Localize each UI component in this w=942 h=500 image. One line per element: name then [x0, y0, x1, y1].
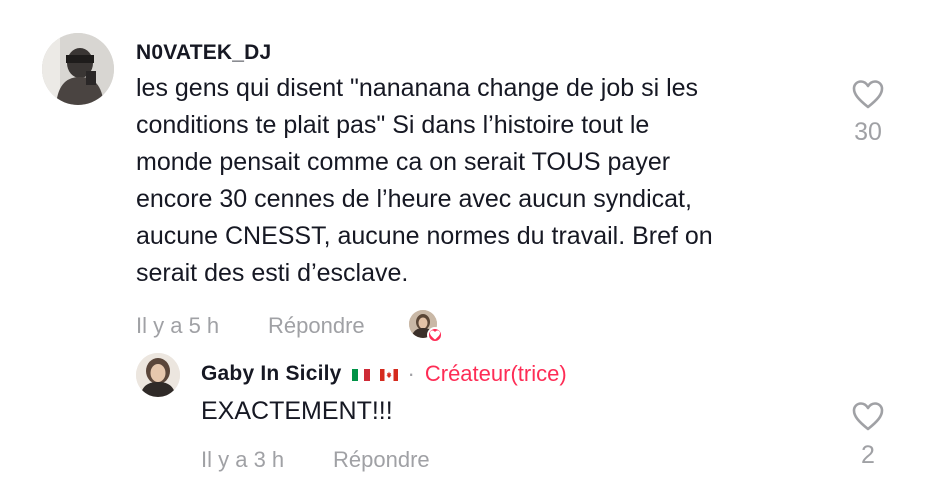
creator-badge: Créateur(trice)	[424, 361, 567, 386]
reply-author-avatar[interactable]	[136, 353, 180, 397]
avatar-photo	[42, 33, 114, 105]
reply-text: EXACTEMENT!!!	[201, 397, 393, 425]
canada-flag-icon	[379, 368, 398, 381]
italy-flag-icon	[351, 368, 370, 381]
reply-timestamp: Il y a 3 h	[201, 447, 285, 472]
separator-dot: ·	[407, 361, 415, 386]
reply-button[interactable]: Répondre	[268, 313, 365, 339]
creator-liked-heart-icon	[427, 327, 443, 343]
reply-like-heart-icon[interactable]	[851, 400, 885, 437]
commenter-avatar[interactable]	[42, 33, 114, 105]
reply-avatar-photo	[136, 353, 180, 397]
commenter-username[interactable]: N0VATEK_DJ	[136, 41, 271, 65]
comment-text: les gens qui disent "nananana change de …	[136, 74, 713, 287]
comment-timestamp: Il y a 5 h	[136, 313, 220, 338]
reply-like-count: 2	[861, 441, 875, 469]
like-heart-icon[interactable]	[851, 78, 885, 115]
reply-to-reply-button[interactable]: Répondre	[333, 447, 430, 473]
reply-header: Gaby In Sicily · Créateur(trice)	[201, 361, 567, 387]
reply-username[interactable]: Gaby In Sicily	[201, 362, 342, 386]
like-count: 30	[854, 118, 882, 146]
